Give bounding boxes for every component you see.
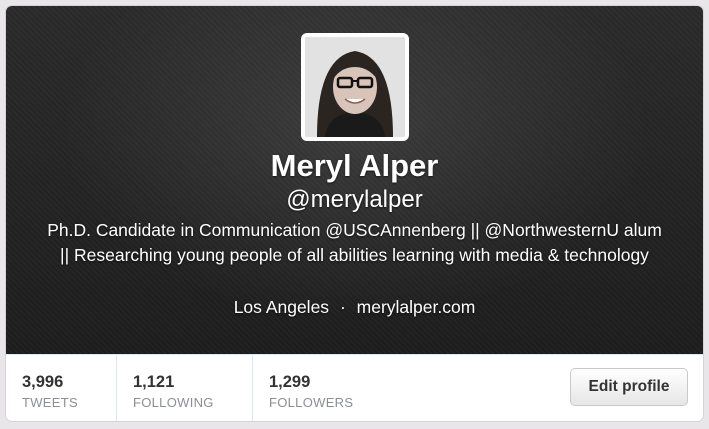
- stat-following[interactable]: 1,121 FOLLOWING: [117, 355, 253, 421]
- stat-following-count: 1,121: [133, 373, 175, 391]
- stat-tweets-count: 3,996: [22, 373, 64, 391]
- profile-handle[interactable]: @merylalper: [6, 186, 703, 214]
- stat-following-label: FOLLOWING: [133, 395, 214, 410]
- meta-separator: ·: [339, 297, 346, 317]
- profile-meta: Los Angeles · merylalper.com: [6, 296, 703, 318]
- stat-tweets[interactable]: 3,996 TWEETS: [6, 355, 117, 421]
- stat-followers[interactable]: 1,299 FOLLOWERS: [253, 355, 383, 421]
- avatar[interactable]: [301, 33, 409, 141]
- profile-card: Meryl Alper @merylalper Ph.D. Candidate …: [6, 6, 703, 421]
- profile-location: Los Angeles: [233, 297, 330, 317]
- avatar-photo: [305, 37, 405, 137]
- stat-followers-label: FOLLOWERS: [269, 395, 354, 410]
- profile-website-link[interactable]: merylalper.com: [357, 297, 476, 317]
- profile-stats-bar: 3,996 TWEETS 1,121 FOLLOWING 1,299 FOLLO…: [6, 354, 703, 421]
- profile-bio: Ph.D. Candidate in Communication @USCAnn…: [47, 220, 662, 265]
- profile-header: Meryl Alper @merylalper Ph.D. Candidate …: [6, 6, 703, 354]
- stat-tweets-label: TWEETS: [22, 395, 78, 410]
- stat-followers-count: 1,299: [269, 373, 311, 391]
- edit-profile-button[interactable]: Edit profile: [570, 368, 688, 406]
- profile-name[interactable]: Meryl Alper: [6, 148, 703, 184]
